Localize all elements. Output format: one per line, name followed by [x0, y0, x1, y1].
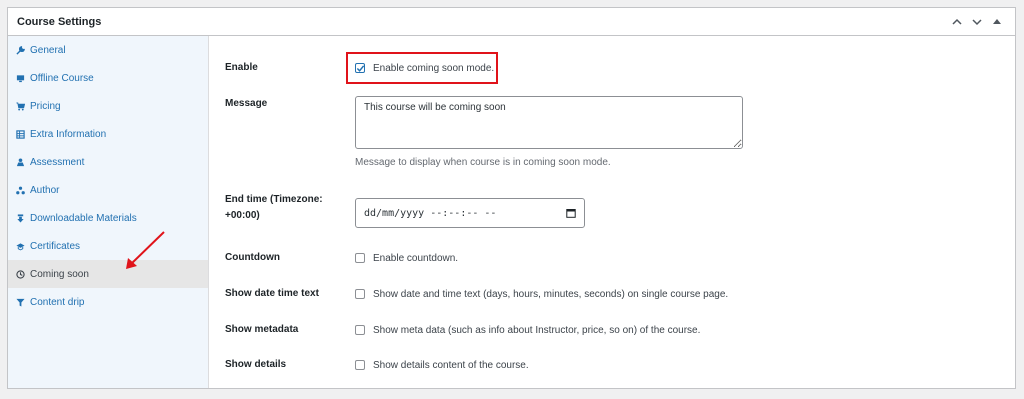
enable-checkbox[interactable] — [355, 63, 365, 73]
chevron-down-icon — [972, 18, 982, 25]
sidebar-item-label: General — [30, 44, 66, 56]
sidebar-item-general[interactable]: General — [8, 36, 208, 64]
end-time-input[interactable]: dd/mm/yyyy --:--:-- -- — [355, 198, 585, 228]
message-label: Message — [225, 98, 268, 109]
move-down-button[interactable] — [968, 13, 986, 31]
end-time-placeholder: dd/mm/yyyy --:--:-- -- — [364, 207, 497, 219]
enable-field: Enable coming soon mode. — [355, 61, 494, 75]
sidebar-item-label: Downloadable Materials — [30, 212, 137, 224]
show-date-time-field: Show date and time text (days, hours, mi… — [355, 287, 728, 301]
sidebar-item-offline-course[interactable]: Offline Course — [8, 64, 208, 92]
show-date-time-checkbox-label: Show date and time text (days, hours, mi… — [373, 288, 729, 300]
checkmark-icon — [356, 65, 365, 72]
sidebar-item-label: Content drip — [30, 296, 85, 308]
funnel-icon — [16, 298, 25, 307]
sidebar-item-assessment[interactable]: Assessment — [8, 148, 208, 176]
monitor-icon — [16, 74, 25, 83]
show-metadata-checkbox-label: Show meta data (such as info about Instr… — [373, 324, 701, 336]
settings-content: Enable Enable coming soon mode. Message … — [209, 36, 1015, 388]
wrench-icon — [16, 45, 25, 55]
chevron-up-icon — [952, 18, 962, 25]
assessment-icon — [16, 157, 25, 167]
show-details-checkbox[interactable] — [355, 360, 365, 370]
sidebar-item-pricing[interactable]: Pricing — [8, 92, 208, 120]
panel-title: Course Settings — [17, 15, 102, 28]
sidebar-item-coming-soon[interactable]: Coming soon — [8, 260, 208, 288]
caret-up-icon — [993, 18, 1001, 24]
countdown-field: Enable countdown. — [355, 251, 458, 265]
show-date-time-label: Show date time text — [225, 288, 319, 299]
sidebar-item-certificates[interactable]: Certificates — [8, 232, 208, 260]
countdown-checkbox[interactable] — [355, 253, 365, 263]
end-time-label-line1: End time (Timezone: — [225, 194, 323, 205]
calendar-icon[interactable] — [566, 208, 576, 218]
message-description: Message to display when course is in com… — [355, 157, 611, 168]
enable-checkbox-label: Enable coming soon mode. — [373, 62, 495, 74]
show-details-label: Show details — [225, 359, 287, 370]
settings-sidebar: General Offline Course Pricing Extra Inf… — [8, 36, 209, 388]
info-table-icon — [16, 129, 25, 139]
enable-label: Enable — [225, 62, 258, 73]
show-date-time-checkbox[interactable] — [355, 289, 365, 299]
sidebar-item-extra-information[interactable]: Extra Information — [8, 120, 208, 148]
sidebar-item-content-drip[interactable]: Content drip — [8, 288, 208, 316]
panel-header: Course Settings — [8, 8, 1015, 36]
clock-icon — [16, 269, 25, 279]
sidebar-item-author[interactable]: Author — [8, 176, 208, 204]
cart-icon — [16, 101, 25, 111]
show-metadata-field: Show meta data (such as info about Instr… — [355, 323, 700, 337]
sidebar-item-label: Pricing — [30, 100, 61, 112]
sidebar-item-downloadable-materials[interactable]: Downloadable Materials — [8, 204, 208, 232]
sidebar-item-label: Assessment — [30, 156, 85, 168]
end-time-label: End time (Timezone: +00:00) — [225, 192, 323, 224]
sidebar-item-label: Author — [30, 184, 60, 196]
sidebar-item-label: Extra Information — [30, 128, 107, 140]
move-up-button[interactable] — [948, 13, 966, 31]
course-settings-panel: Course Settings General Offline Course P… — [7, 7, 1016, 389]
show-details-checkbox-label: Show details content of the course. — [373, 359, 529, 371]
show-metadata-label: Show metadata — [225, 324, 299, 335]
countdown-label: Countdown — [225, 252, 280, 263]
author-icon — [16, 186, 25, 195]
certificate-icon — [16, 242, 25, 251]
end-time-label-line2: +00:00) — [225, 210, 260, 221]
sidebar-item-label: Certificates — [30, 240, 81, 252]
show-metadata-checkbox[interactable] — [355, 325, 365, 335]
message-textarea[interactable] — [355, 96, 743, 149]
toggle-panel-button[interactable] — [988, 13, 1006, 31]
countdown-checkbox-label: Enable countdown. — [373, 252, 459, 264]
download-icon — [16, 213, 25, 223]
show-details-field: Show details content of the course. — [355, 358, 529, 372]
sidebar-item-label: Offline Course — [30, 72, 94, 84]
sidebar-item-label: Coming soon — [30, 268, 89, 280]
